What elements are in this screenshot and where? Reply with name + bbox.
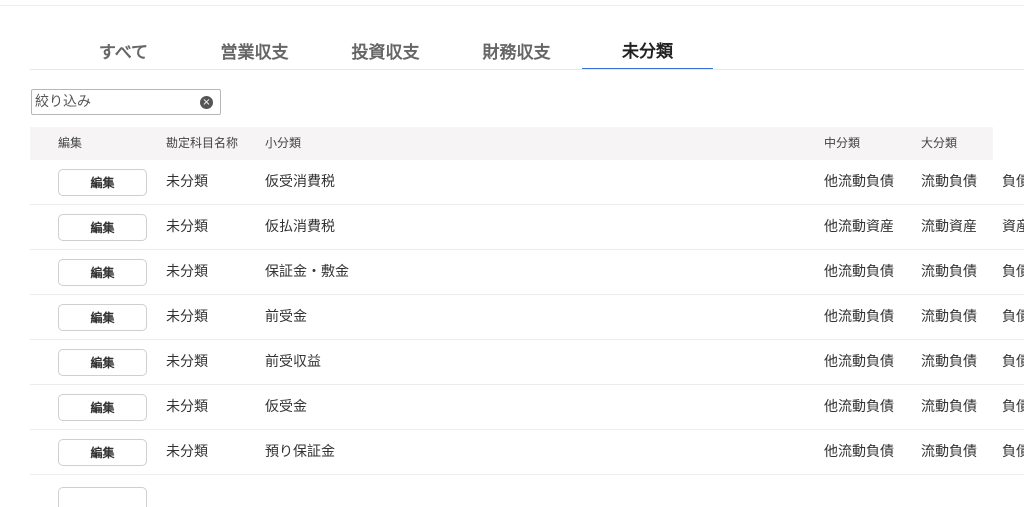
table-row: 編集 未分類 仮受消費税 他流動負債 流動負債 負債 [30, 160, 1024, 205]
extra-category-cell: 負債 [1002, 354, 1024, 370]
edit-button[interactable]: 編集 [58, 304, 147, 331]
account-name-cell: 未分類 [166, 219, 208, 235]
column-header-small-category: 小分類 [265, 136, 302, 150]
account-name-cell: 未分類 [166, 174, 208, 190]
extra-category-cell: 負債 [1002, 444, 1024, 460]
category-tabs: すべて 営業収支 投資収支 財務収支 未分類 [58, 30, 713, 70]
small-category-cell: 仮払消費税 [265, 219, 335, 235]
table-row: 編集 未分類 保証金・敷金 他流動負債 流動負債 負債 [30, 250, 1024, 295]
tab-unclassified[interactable]: 未分類 [582, 30, 713, 70]
table-row: 編集 未分類 預り保証金 他流動負債 流動負債 負債 [30, 430, 1024, 475]
small-category-cell: 前受収益 [265, 354, 321, 370]
filter-input[interactable] [35, 91, 195, 113]
account-name-cell: 未分類 [166, 264, 208, 280]
account-name-cell: 未分類 [166, 399, 208, 415]
column-header-account-name: 勘定科目名称 [166, 136, 239, 150]
large-category-cell: 流動負債 [921, 354, 977, 370]
tab-all[interactable]: すべて [58, 30, 189, 70]
mid-category-cell: 他流動負債 [824, 264, 894, 280]
column-header-large-category: 大分類 [921, 136, 958, 150]
extra-category-cell: 負債 [1002, 309, 1024, 325]
tab-operating[interactable]: 営業収支 [189, 30, 320, 70]
column-header-edit: 編集 [58, 136, 83, 150]
small-category-cell: 前受金 [265, 309, 307, 325]
extra-category-cell: 負債 [1002, 264, 1024, 280]
large-category-cell: 流動負債 [921, 309, 977, 325]
small-category-cell: 預り保証金 [265, 444, 335, 460]
edit-button[interactable]: 編集 [58, 214, 147, 241]
large-category-cell: 流動負債 [921, 444, 977, 460]
extra-category-cell: 負債 [1002, 174, 1024, 190]
large-category-cell: 流動負債 [921, 174, 977, 190]
mid-category-cell: 他流動負債 [824, 174, 894, 190]
large-category-cell: 流動資産 [921, 219, 977, 235]
top-divider [0, 5, 1024, 6]
mid-category-cell: 他流動資産 [824, 219, 894, 235]
filter-box: × [31, 89, 221, 115]
small-category-cell: 仮受消費税 [265, 174, 335, 190]
table-row: 編集 未分類 仮受金 他流動負債 流動負債 負債 [30, 385, 1024, 430]
small-category-cell: 保証金・敷金 [265, 264, 349, 280]
table-row: 編集 未分類 前受金 他流動負債 流動負債 負債 [30, 295, 1024, 340]
tab-investing[interactable]: 投資収支 [320, 30, 451, 70]
edit-button-partial[interactable] [58, 487, 147, 507]
account-name-cell: 未分類 [166, 354, 208, 370]
edit-button[interactable]: 編集 [58, 259, 147, 286]
large-category-cell: 流動負債 [921, 399, 977, 415]
mid-category-cell: 他流動負債 [824, 354, 894, 370]
tabs-divider [30, 69, 1024, 70]
mid-category-cell: 他流動負債 [824, 399, 894, 415]
mid-category-cell: 他流動負債 [824, 309, 894, 325]
table-row: 編集 未分類 仮払消費税 他流動資産 流動資産 資産 [30, 205, 1024, 250]
clear-circle-x-icon[interactable]: × [200, 96, 213, 109]
large-category-cell: 流動負債 [921, 264, 977, 280]
edit-button[interactable]: 編集 [58, 394, 147, 421]
small-category-cell: 仮受金 [265, 399, 307, 415]
edit-button[interactable]: 編集 [58, 349, 147, 376]
tab-financing[interactable]: 財務収支 [451, 30, 582, 70]
mid-category-cell: 他流動負債 [824, 444, 894, 460]
table-header: 編集 勘定科目名称 小分類 中分類 大分類 [30, 127, 993, 160]
account-name-cell: 未分類 [166, 309, 208, 325]
extra-category-cell: 資産 [1002, 219, 1024, 235]
extra-category-cell: 負債 [1002, 399, 1024, 415]
edit-button[interactable]: 編集 [58, 439, 147, 466]
edit-button[interactable]: 編集 [58, 169, 147, 196]
account-table-body: 編集 未分類 仮受消費税 他流動負債 流動負債 負債 編集 未分類 仮払消費税 … [30, 160, 1024, 475]
column-header-mid-category: 中分類 [824, 136, 861, 150]
table-row: 編集 未分類 前受収益 他流動負債 流動負債 負債 [30, 340, 1024, 385]
account-name-cell: 未分類 [166, 444, 208, 460]
